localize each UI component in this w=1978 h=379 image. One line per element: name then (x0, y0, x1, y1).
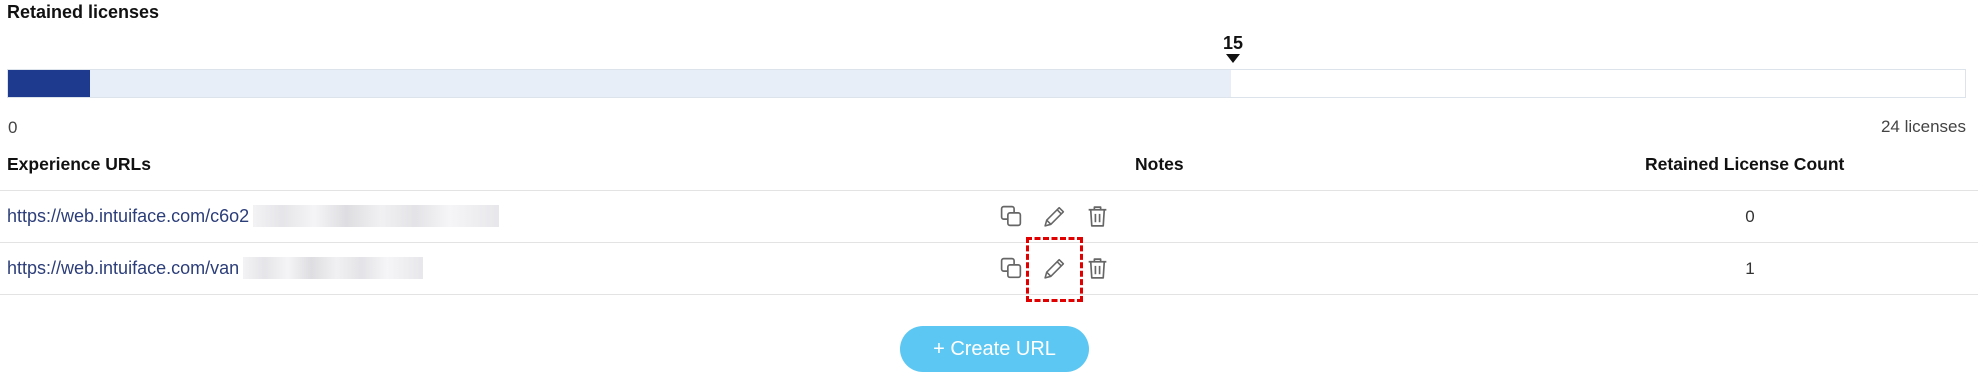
edit-button[interactable] (1026, 237, 1083, 302)
header-retained-license-count: Retained License Count (1645, 154, 1845, 174)
delete-button[interactable] (1084, 255, 1111, 282)
experience-url-link[interactable]: https://web.intuiface.com/van (7, 258, 239, 279)
retained-license-count: 1 (1745, 259, 1755, 278)
url-cell: https://web.intuiface.com/c6o2 (7, 205, 500, 227)
row-actions (998, 237, 1111, 302)
copy-button[interactable] (998, 255, 1025, 282)
url-cell: https://web.intuiface.com/van (7, 257, 424, 279)
redacted-text (243, 257, 424, 279)
trash-icon (1088, 206, 1107, 227)
row-actions (998, 203, 1111, 230)
progress-retained-fill (8, 70, 1232, 97)
section-title: Retained licenses (7, 2, 160, 22)
header-experience-urls: Experience URLs (7, 154, 151, 174)
trash-icon (1088, 258, 1107, 279)
redacted-text (253, 205, 500, 227)
header-notes: Notes (1135, 154, 1184, 174)
experience-urls-table: Experience URLs Notes Retained License C… (0, 148, 1978, 302)
copy-button[interactable] (998, 203, 1025, 230)
scale-min-label: 0 (8, 118, 18, 137)
scale-max-label: 24 licenses (1880, 117, 1966, 136)
license-progress-bar (7, 69, 1966, 98)
edit-button[interactable] (1041, 203, 1068, 230)
table-row: https://web.intuiface.com/c6o2 0 (0, 191, 1978, 243)
retained-license-count: 0 (1745, 207, 1755, 226)
pencil-icon (1044, 258, 1065, 279)
table-row: https://web.intuiface.com/van 1 (0, 237, 1978, 302)
delete-button[interactable] (1084, 203, 1111, 230)
copy-icon (1000, 257, 1022, 279)
copy-icon (1000, 205, 1022, 227)
experience-url-link[interactable]: https://web.intuiface.com/c6o2 (7, 206, 249, 227)
table-header: Experience URLs Notes Retained License C… (0, 148, 1978, 191)
retained-marker-value: 15 (1222, 33, 1244, 53)
progress-used-fill (8, 70, 91, 97)
pencil-icon (1044, 206, 1065, 227)
marker-arrow-icon (1226, 54, 1240, 63)
create-url-button[interactable]: + Create URL (900, 326, 1089, 372)
retained-marker: 15 (1218, 33, 1248, 63)
